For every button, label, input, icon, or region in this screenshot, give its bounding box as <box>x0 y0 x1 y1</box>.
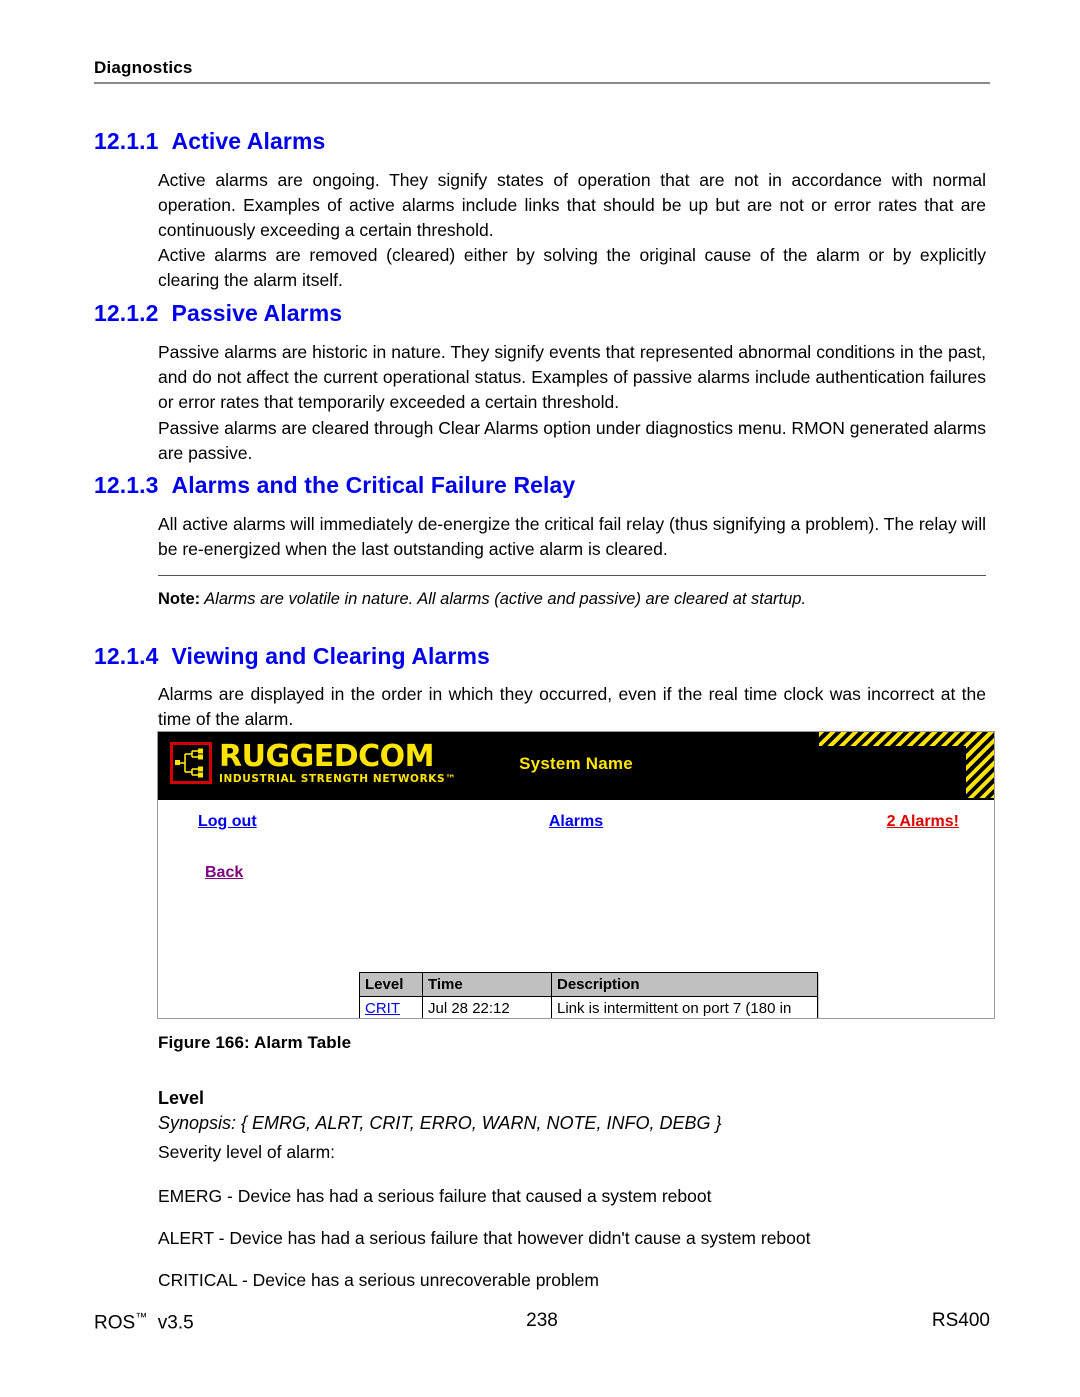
section-title: Active Alarms <box>171 128 326 154</box>
header-divider <box>94 82 990 84</box>
level-link-crit[interactable]: CRIT <box>365 1000 400 1017</box>
paragraph-critical-relay-1: All active alarms will immediately de-en… <box>158 514 986 559</box>
footer-model: RS400 <box>931 1310 990 1331</box>
cell-time: Jul 28 22:12 <box>422 996 552 1018</box>
column-header-level: Level <box>359 972 423 997</box>
cell-level: CRIT <box>359 996 423 1018</box>
alarm-table: Level Time Description CRIT Jul 28 22:12… <box>359 972 818 1018</box>
alarm-count-link[interactable]: 2 Alarms! <box>887 813 959 831</box>
level-item-alert: ALERT - Device has had a serious failure… <box>158 1228 811 1248</box>
section-number: 12.1.4 <box>94 643 159 669</box>
column-header-time: Time <box>422 972 552 997</box>
ui-content-area: Log out Alarms 2 Alarms! Back Level Time… <box>158 800 994 1018</box>
section-heading-12-1-3: 12.1.3 Alarms and the Critical Failure R… <box>94 472 575 499</box>
document-page: Diagnostics 12.1.1 Active Alarms Active … <box>0 0 1080 1397</box>
section-title: Viewing and Clearing Alarms <box>171 643 490 669</box>
level-description: Severity level of alarm: <box>158 1142 336 1162</box>
figure-alarm-table-screenshot: RUGGEDCOM INDUSTRIAL STRENGTH NETWORKS™ … <box>157 731 995 1019</box>
note-divider <box>158 575 986 576</box>
section-heading-12-1-2: 12.1.2 Passive Alarms <box>94 300 342 327</box>
level-item-emerg: EMERG - Device has had a serious failure… <box>158 1186 712 1206</box>
hazard-swoosh-mask <box>703 746 966 800</box>
running-header: Diagnostics <box>94 58 990 84</box>
section-number: 12.1.1 <box>94 128 159 154</box>
paragraph-passive-alarms-1: Passive alarms are historic in nature. T… <box>158 342 986 412</box>
back-link[interactable]: Back <box>205 864 243 882</box>
section-title: Passive Alarms <box>171 300 343 326</box>
section-number: 12.1.2 <box>94 300 159 326</box>
footer-page-number: 238 <box>526 1310 558 1331</box>
running-header-title: Diagnostics <box>94 58 193 77</box>
logo-tagline: INDUSTRIAL STRENGTH NETWORKS™ <box>219 773 457 785</box>
section-heading-12-1-1: 12.1.1 Active Alarms <box>94 128 325 155</box>
figure-caption: Figure 166: Alarm Table <box>158 1033 352 1052</box>
table-row: CRIT Jul 28 22:12 Link is intermittent o… <box>359 996 818 1018</box>
table-header-row: Level Time Description <box>359 972 818 997</box>
level-item-critical: CRITICAL - Device has a serious unrecove… <box>158 1270 599 1290</box>
note-block: Note: Alarms are volatile in nature. All… <box>158 588 986 610</box>
paragraph-viewing-clearing-1: Alarms are displayed in the order in whi… <box>158 684 986 729</box>
column-header-description: Description <box>551 972 818 997</box>
section-number: 12.1.3 <box>94 472 159 498</box>
paragraph-active-alarms-1: Active alarms are ongoing. They signify … <box>158 170 986 240</box>
note-label: Note: <box>158 590 201 608</box>
paragraph-active-alarms-2: Active alarms are removed (cleared) eith… <box>158 245 986 290</box>
section-heading-12-1-4: 12.1.4 Viewing and Clearing Alarms <box>94 643 490 670</box>
paragraph-passive-alarms-2: Passive alarms are cleared through Clear… <box>158 418 986 463</box>
cell-description: Link is intermittent on port 7 (180 in 1… <box>551 996 818 1018</box>
level-parameter-title: Level <box>158 1088 205 1108</box>
section-title: Alarms and the Critical Failure Relay <box>171 472 576 498</box>
ui-banner: RUGGEDCOM INDUSTRIAL STRENGTH NETWORKS™ … <box>158 732 994 800</box>
hazard-stripes-decoration <box>703 732 994 800</box>
alarms-page-link[interactable]: Alarms <box>158 813 994 831</box>
level-synopsis: Synopsis: { EMRG, ALRT, CRIT, ERRO, WARN… <box>158 1113 722 1133</box>
note-text: Alarms are volatile in nature. All alarm… <box>204 590 807 608</box>
